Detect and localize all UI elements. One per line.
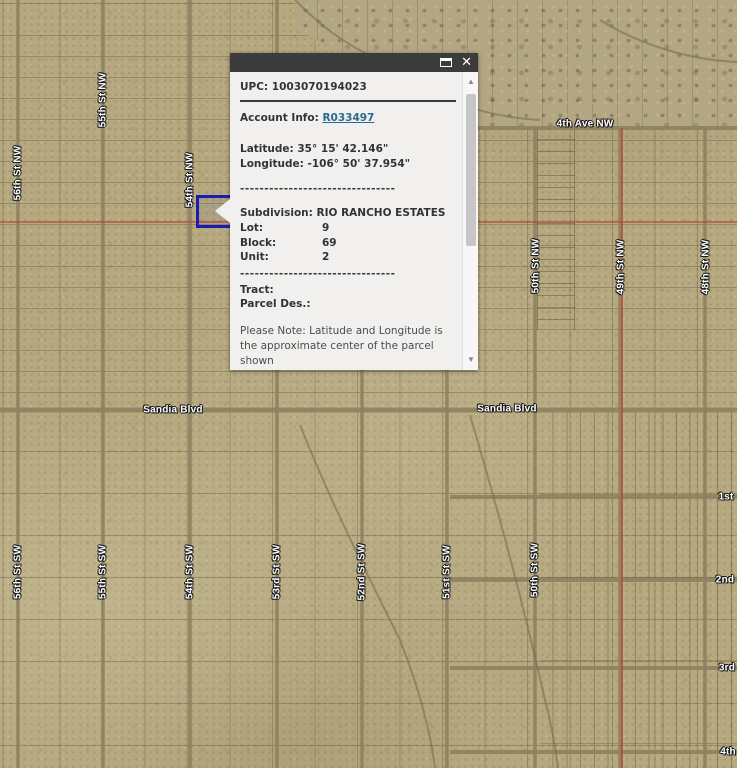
block-row: Block:69 — [240, 236, 456, 251]
street-label: 56th St SW — [13, 545, 24, 599]
street-label: 4th — [720, 747, 736, 758]
street-label: 1st — [718, 492, 733, 503]
scroll-up-icon[interactable]: ▲ — [463, 74, 479, 90]
street-label: 48th St NW — [701, 240, 712, 295]
street-label: 51st St SW — [442, 545, 453, 599]
dashed-separator: -------------------------------- — [240, 182, 456, 196]
close-icon[interactable]: ✕ — [461, 53, 472, 72]
street-label: 54th St NW — [185, 153, 196, 208]
street-label: 2nd — [716, 575, 734, 586]
lot-row: Lot:9 — [240, 221, 456, 236]
small-lot-strip — [537, 128, 575, 330]
scrollbar-thumb[interactable] — [466, 94, 476, 246]
street-label: Sandia Blvd — [477, 404, 536, 415]
lot-label: Lot: — [240, 221, 322, 236]
account-info-line: Account Info: R033497 — [240, 111, 456, 126]
unit-label: Unit: — [240, 250, 322, 265]
unit-row: Unit:2 — [240, 250, 456, 265]
street-label: 53rd St SW — [272, 545, 283, 600]
parcel-des-row: Parcel Des.: — [240, 297, 456, 312]
street-label: 50th St NW — [531, 239, 542, 294]
scroll-down-icon[interactable]: ▼ — [463, 352, 479, 368]
subdivision-label: Subdivision: — [240, 207, 317, 219]
tract-row: Tract: — [240, 283, 456, 298]
upc-line: UPC: 1003070194023 — [240, 80, 456, 95]
account-info-label: Account Info: — [240, 112, 322, 124]
parcel-info-popup: ✕ UPC: 1003070194023 Account Info: R0334… — [230, 53, 478, 370]
popup-titlebar: ✕ — [230, 53, 478, 72]
maximize-icon[interactable] — [440, 58, 452, 67]
subdivision-line: Subdivision: RIO RANCHO ESTATES — [240, 206, 456, 221]
divider-rule — [240, 100, 456, 102]
account-info-link[interactable]: R033497 — [322, 112, 374, 124]
street-label: 54th St SW — [185, 545, 196, 599]
street-label: Sandia Blvd — [143, 405, 202, 416]
block-label: Block: — [240, 236, 322, 251]
dashed-separator: -------------------------------- — [240, 267, 456, 281]
lot-value: 9 — [322, 222, 329, 234]
popup-scrollbar[interactable]: ▲ ▼ — [462, 72, 478, 370]
latitude-line: Latitude: 35° 15' 42.146" — [240, 142, 456, 157]
street-label: 55th St NW — [98, 73, 109, 128]
street-label: 56th St NW — [13, 146, 24, 201]
street-label: 49th St NW — [616, 240, 627, 295]
street-label: 55th St SW — [98, 545, 109, 599]
street-label: 4th Ave NW — [557, 119, 614, 130]
street-label: 52nd St SW — [357, 543, 368, 600]
map-canvas[interactable]: 56th St NW 55th St NW 54th St NW 50th St NW… — [0, 0, 737, 768]
unit-value: 2 — [322, 251, 329, 263]
longitude-line: Longitude: -106° 50' 37.954" — [240, 157, 456, 172]
block-value: 69 — [322, 237, 337, 249]
popup-callout-pointer — [215, 199, 230, 223]
popup-note: Please Note: Latitude and Longitude is t… — [240, 324, 456, 369]
street-label: 3rd — [719, 663, 735, 674]
street-label: 50th St SW — [530, 543, 541, 597]
narrow-lot-strips — [540, 412, 737, 768]
subdivision-value: RIO RANCHO ESTATES — [317, 207, 446, 219]
popup-content: UPC: 1003070194023 Account Info: R033497… — [230, 72, 478, 370]
